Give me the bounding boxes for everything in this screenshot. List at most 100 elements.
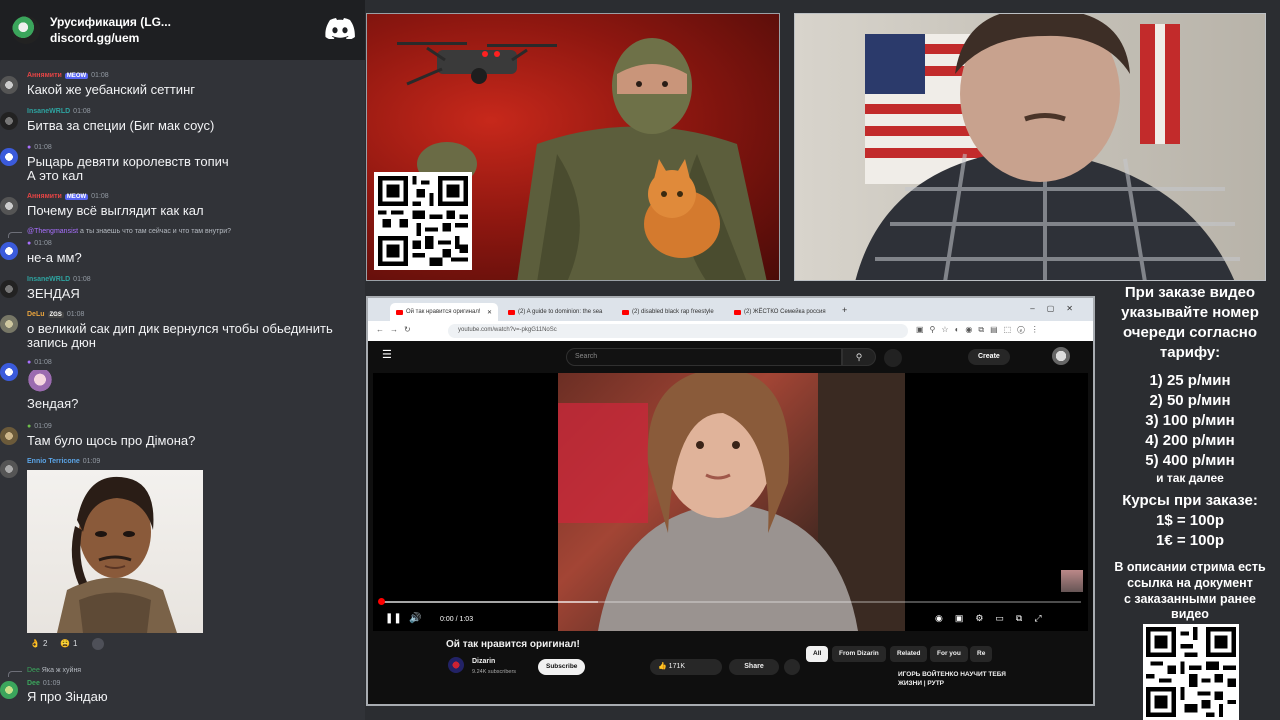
reaction-button[interactable]: 👌 2: [30, 639, 47, 648]
create-button[interactable]: Create: [968, 349, 1010, 365]
account-avatar[interactable]: [1052, 347, 1070, 365]
reply-username: Dee: [27, 667, 40, 674]
reply-connector: [8, 671, 22, 677]
message-text: о великий сак дип дик вернулся чтобы обь…: [27, 321, 333, 336]
reaction-emoji: 😩: [60, 639, 70, 648]
username[interactable]: ●: [27, 144, 31, 151]
rate-line: 1$ = 100р: [1156, 512, 1224, 529]
share-button[interactable]: Share: [729, 659, 779, 675]
like-count: 171K: [668, 663, 686, 670]
message-text: Рыцарь девяти королевств топич: [27, 154, 229, 169]
note-line: видео: [1171, 607, 1209, 621]
username[interactable]: Аннямити: [27, 193, 62, 200]
timestamp: 01:08: [91, 193, 109, 200]
window-controls[interactable]: –▢✕: [1030, 304, 1085, 313]
username[interactable]: Аннямити: [27, 72, 62, 79]
tab[interactable]: (2) A guide to dominion: the sea: [502, 303, 612, 321]
server-name: Урусификация (LG...: [50, 14, 171, 29]
note-line: В описании стрима есть: [1114, 560, 1266, 574]
subscribe-button[interactable]: Subscribe: [538, 659, 586, 675]
tariff-line: 2) 50 р/мин: [1149, 392, 1231, 409]
info-heading-line: указывайте номер: [1121, 304, 1259, 321]
webcam-feed: [794, 13, 1266, 281]
chip-related[interactable]: Related: [890, 646, 928, 662]
chip-recent[interactable]: Re: [970, 646, 993, 662]
video-frame: [558, 373, 905, 631]
add-reaction-icon[interactable]: [92, 638, 104, 650]
close-tab-icon[interactable]: ✕: [487, 309, 492, 316]
end-thumbnail[interactable]: [1061, 570, 1083, 592]
order-info-panel: При заказе видео указывайте номер очеред…: [1100, 283, 1280, 621]
channel-avatar[interactable]: [448, 657, 464, 673]
reply-connector: [8, 232, 22, 238]
message-text: Там було щось про Дімона?: [27, 433, 196, 448]
menu-icon[interactable]: ☰: [382, 348, 392, 361]
message-text: не-а мм?: [27, 250, 82, 265]
reaction-button[interactable]: 😩 1: [60, 639, 77, 648]
user-avatar[interactable]: [0, 460, 18, 478]
username[interactable]: InsaneWRLD: [27, 108, 70, 115]
chip-for-you[interactable]: For you: [930, 646, 968, 662]
pause-icon[interactable]: ❚❚: [385, 613, 402, 624]
tab[interactable]: (2) ЖЁСТКО Семейка россия: [728, 303, 838, 321]
user-avatar[interactable]: [0, 242, 18, 260]
recommended-video-title[interactable]: ИГОРЬ ВОЙТЕНКО НАУЧИТ ТЕБЯ ЖИЗНИ | РУТР: [898, 670, 1018, 688]
timestamp: 01:09: [82, 458, 101, 465]
user-avatar[interactable]: [0, 148, 18, 166]
tab[interactable]: (2) disabled black rap freestyle: [616, 303, 726, 321]
user-avatar[interactable]: [0, 197, 18, 215]
video-title: Ой так нравится оригинал!: [446, 639, 580, 650]
tab-active-video[interactable]: Ой так нравится оригинал! ✕: [390, 303, 498, 321]
username[interactable]: ●: [27, 240, 31, 247]
like-button[interactable]: 👍 171K: [650, 659, 722, 675]
extension-icons[interactable]: ▣⚲☆◐◉⧉▤⬚ⓔ⋮: [916, 325, 1045, 335]
username[interactable]: InsaneWRLD: [27, 276, 70, 283]
volume-icon[interactable]: 🔊: [409, 613, 421, 624]
chip-from-channel[interactable]: From Dizarin: [832, 646, 886, 662]
rate-line: 1€ = 100р: [1156, 532, 1224, 549]
username[interactable]: ●: [27, 423, 31, 430]
chip-all[interactable]: All: [806, 646, 829, 662]
note-line: с заказанными ранее: [1123, 592, 1256, 606]
timestamp: 01:08: [34, 240, 52, 247]
username[interactable]: Ennio Terricone: [27, 458, 80, 465]
username[interactable]: Dee: [27, 680, 40, 687]
reply-preview[interactable]: @Тhengmansist а ты знаешь что там сейчас…: [27, 228, 231, 235]
player-controls-right[interactable]: ◉▣⚙▭⧉⤢: [935, 613, 1054, 624]
url-field[interactable]: youtube.com/watch?v=-pkgG11NoSc: [448, 324, 908, 338]
user-avatar[interactable]: [0, 280, 18, 298]
browser-window: Ой так нравится оригинал! ✕ (2) A guide …: [366, 296, 1095, 706]
tariff-line: 4) 200 р/мин: [1145, 432, 1235, 449]
user-avatar[interactable]: [0, 112, 18, 130]
scrubber-handle[interactable]: [378, 598, 385, 605]
username[interactable]: ●: [27, 359, 31, 366]
user-avatar[interactable]: [0, 315, 18, 333]
qr-code: [374, 172, 472, 270]
new-tab-icon[interactable]: +: [842, 305, 847, 315]
user-avatar[interactable]: [0, 363, 18, 381]
artwork-panel: [366, 13, 780, 281]
buffer-bar: [381, 601, 598, 603]
tariff-etc: и так далее: [1156, 471, 1224, 485]
video-player[interactable]: ❚❚ 🔊 0:00 / 1:03 ◉▣⚙▭⧉⤢: [373, 373, 1088, 631]
voice-search-icon[interactable]: [884, 349, 902, 367]
username[interactable]: DeLu: [27, 311, 45, 318]
reply-preview[interactable]: Dee Яка ж хуйня: [27, 667, 81, 674]
server-invite-link[interactable]: discord.gg/uem: [50, 30, 171, 46]
progress-bar[interactable]: [378, 598, 1081, 605]
search-icon[interactable]: ⚲: [842, 348, 876, 366]
server-header[interactable]: Урусификация (LG... discord.gg/uem: [0, 0, 365, 60]
info-heading-line: тарифу:: [1159, 344, 1221, 361]
user-avatar[interactable]: [0, 427, 18, 445]
tab-label: (2) A guide to dominion: the sea: [518, 309, 603, 315]
sticker-image: [27, 370, 53, 394]
channel-name[interactable]: Dizarin: [472, 658, 495, 665]
discord-chat-panel: Урусификация (LG... discord.gg/uem Анням…: [0, 0, 365, 720]
user-avatar[interactable]: [0, 76, 18, 94]
nav-buttons-icon[interactable]: ←→↻: [376, 325, 417, 334]
more-actions-icon[interactable]: [784, 659, 800, 675]
user-avatar[interactable]: [0, 681, 18, 699]
timestamp: 01:08: [34, 144, 52, 151]
search-input[interactable]: Search: [566, 348, 842, 366]
attached-image[interactable]: [27, 470, 203, 633]
